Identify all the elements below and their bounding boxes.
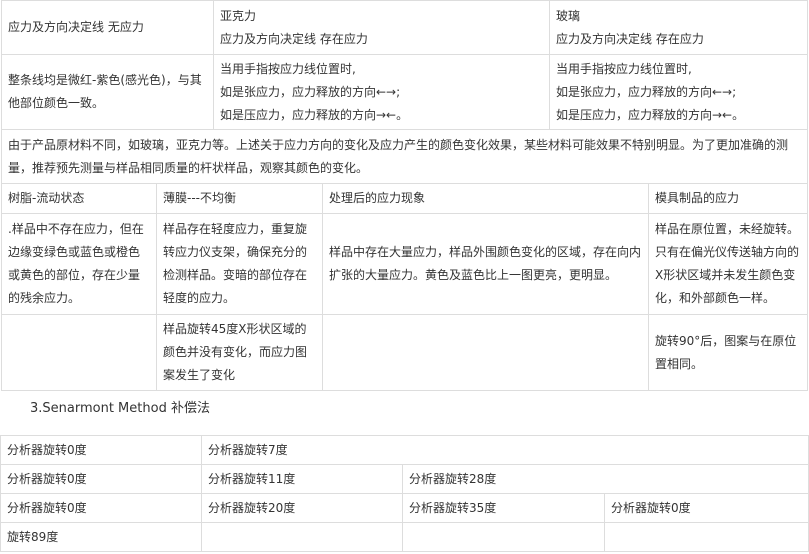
table-cell: 分析器旋转7度 [200,435,809,465]
table-cell: 分析器旋转0度 [0,493,202,523]
table-row: 分析器旋转0度 分析器旋转11度 分析器旋转28度 [0,464,809,494]
glass-subtitle: 应力及方向决定线 存在应力 [556,31,704,46]
table-row: 应力及方向决定线 无应力 亚克力 应力及方向决定线 存在应力 玻璃 应力及方向决… [1,0,808,55]
glass-line-2: 如是张应力，应力释放的方向←→; [556,84,737,99]
table-row: 样品旋转45度X形状区域的颜色并没有变化，而应力图案发生了变化 旋转90°后，图… [1,314,808,391]
table-row: 由于产品原材料不同，如玻璃，亚克力等。上述关于应力方向的变化及应力产生的颜色变化… [1,129,808,184]
column-header: 薄膜---不均衡 [156,183,323,214]
glass-line-1: 当用手指按应力线位置时, [556,61,692,76]
treated-stress-description: 样品中存在大量应力，样品外围颜色变化的区域，存在向内扩张的大量应力。黄色及蓝色比… [322,213,649,315]
table-cell: 分析器旋转0度 [0,435,202,465]
table-row: .样品中不存在应力，但在边缘变绿色或蓝色或橙色或黄色的部位，存在少量的残余应力。… [1,213,808,315]
glass-description: 当用手指按应力线位置时, 如是张应力，应力释放的方向←→; 如是压应力，应力释放… [549,54,808,130]
table-cell [402,522,605,552]
acrylic-title: 亚克力 [220,8,257,23]
table-cell: 分析器旋转0度 [0,464,202,494]
table-row: 整条线均是微红-紫色(感光色)，与其他部位颜色一致。 当用手指按应力线位置时, … [1,54,808,130]
no-stress-description: 整条线均是微红-紫色(感光色)，与其他部位颜色一致。 [1,54,214,130]
table-cell: 分析器旋转35度 [402,493,605,523]
material-note: 由于产品原材料不同，如玻璃，亚克力等。上述关于应力方向的变化及应力产生的颜色变化… [1,129,808,184]
acrylic-subtitle: 应力及方向决定线 存在应力 [220,31,368,46]
acrylic-line-1: 当用手指按应力线位置时, [220,61,356,76]
column-header: 处理后的应力现象 [322,183,649,214]
column-header: 树脂-流动状态 [1,183,157,214]
table-header-row: 树脂-流动状态 薄膜---不均衡 处理后的应力现象 模具制品的应力 [1,183,808,214]
acrylic-line-3: 如是压应力，应力释放的方向→←。 [220,107,409,122]
glass-line-3: 如是压应力，应力释放的方向→←。 [556,107,745,122]
table-cell [201,522,403,552]
stress-line-table: 应力及方向决定线 无应力 亚克力 应力及方向决定线 存在应力 玻璃 应力及方向决… [1,0,808,184]
film-imbalance-description: 样品存在轻度应力，重复旋转应力仪支架，确保充分的检测样品。变暗的部位存在轻度的应… [156,213,323,315]
table-row: 分析器旋转0度 分析器旋转20度 分析器旋转35度 分析器旋转0度 [0,493,809,523]
acrylic-description: 当用手指按应力线位置时, 如是张应力，应力释放的方向←→; 如是压应力，应力释放… [213,54,550,130]
molded-product-description: 样品在原位置，未经旋转。只有在偏光仪传送轴方向的X形状区域并未发生颜色变化，和外… [648,213,808,315]
table-cell: 分析器旋转28度 [401,464,809,494]
glass-header-cell: 玻璃 应力及方向决定线 存在应力 [549,0,808,55]
acrylic-header-cell: 亚克力 应力及方向决定线 存在应力 [213,0,550,55]
table-cell [603,522,809,552]
resin-flow-description: .样品中不存在应力，但在边缘变绿色或蓝色或橙色或黄色的部位，存在少量的残余应力。 [1,213,157,315]
senarmont-table: 分析器旋转0度 分析器旋转7度 分析器旋转0度 分析器旋转11度 分析器旋转28… [0,435,809,552]
table-row: 旋转89度 [0,522,809,552]
molded-rotate-90-description: 旋转90°后，图案与在原位置相同。 [648,314,808,391]
table-cell: 分析器旋转11度 [201,464,403,494]
table-cell [322,314,649,391]
table-cell: 分析器旋转20度 [201,493,403,523]
stress-phenomena-table: 树脂-流动状态 薄膜---不均衡 处理后的应力现象 模具制品的应力 .样品中不存… [1,183,808,391]
no-stress-cell: 应力及方向决定线 无应力 [1,0,214,55]
film-rotate-45-description: 样品旋转45度X形状区域的颜色并没有变化，而应力图案发生了变化 [156,314,323,391]
section-heading: 3.Senarmont Method 补偿法 [30,401,210,416]
acrylic-line-2: 如是张应力，应力释放的方向←→; [220,84,401,99]
table-row: 分析器旋转0度 分析器旋转7度 [0,435,809,465]
glass-title: 玻璃 [556,8,581,23]
column-header: 模具制品的应力 [648,183,808,214]
table-cell [1,314,157,391]
table-cell: 分析器旋转0度 [603,493,809,523]
table-cell: 旋转89度 [0,522,202,552]
